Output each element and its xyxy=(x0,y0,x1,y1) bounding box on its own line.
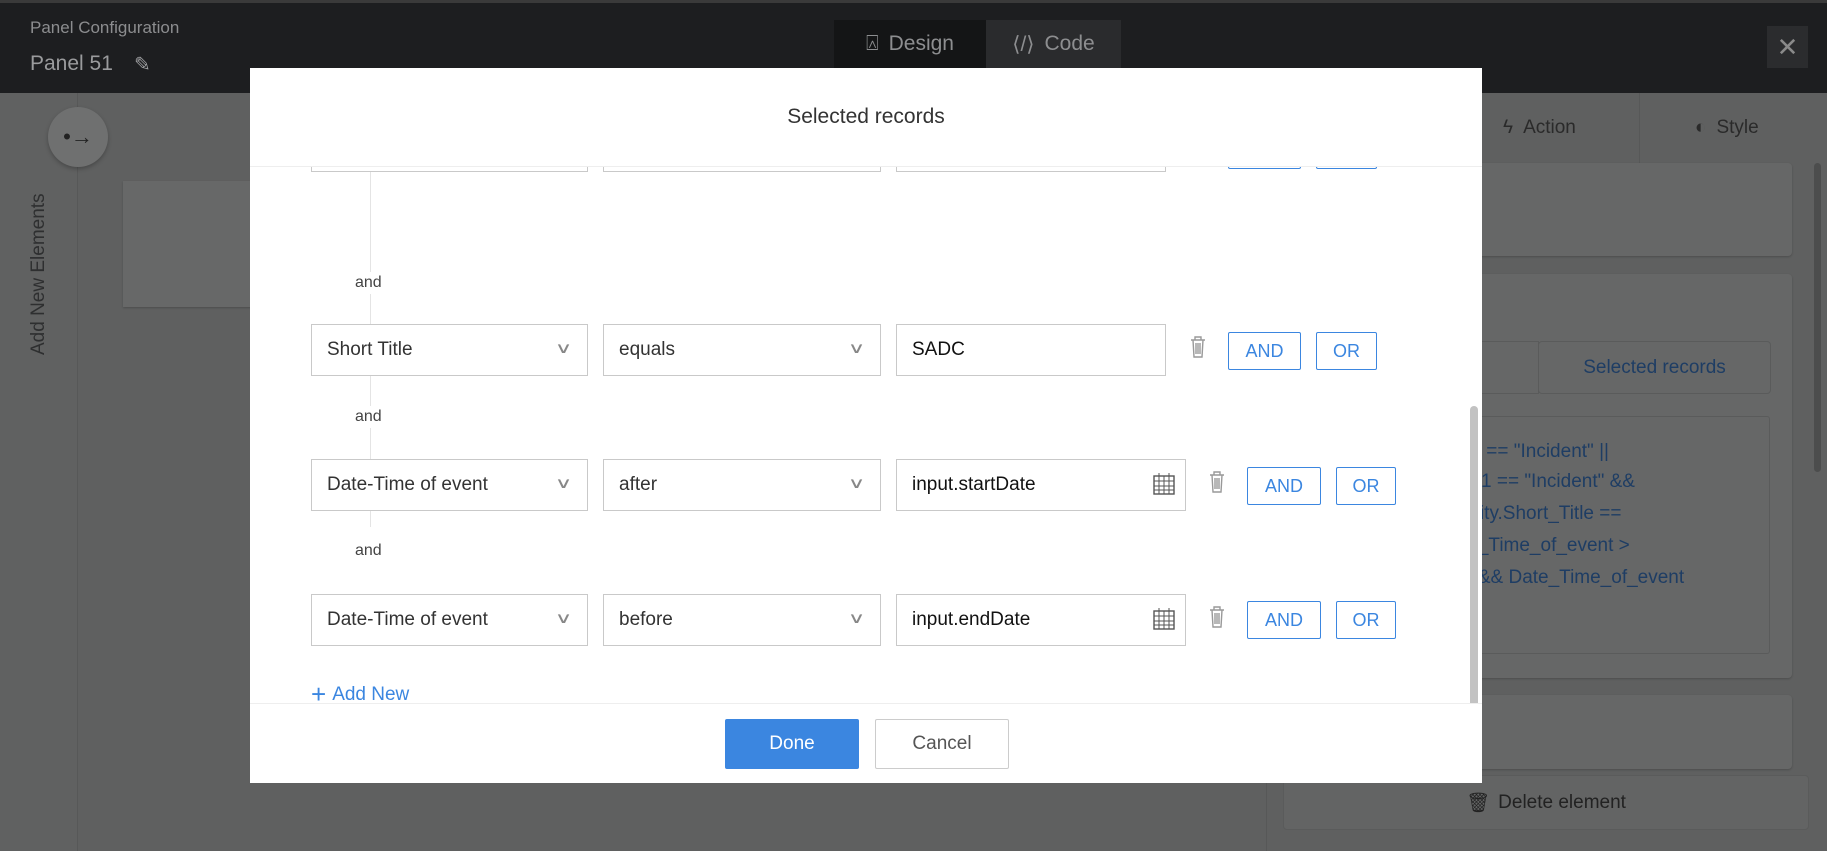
delete-element-label: Delete element xyxy=(1498,791,1626,813)
tab-code-label: Code xyxy=(1044,32,1095,55)
chevron-down-icon: ∨ xyxy=(847,610,866,627)
trash-icon: 🗑 xyxy=(1466,792,1491,814)
palette-icon: ◐ xyxy=(1695,117,1707,138)
value-text: input.endDate xyxy=(912,609,1031,630)
and-button[interactable]: AND xyxy=(1247,467,1321,505)
code-icon: ⟨/⟩ xyxy=(1012,32,1035,56)
or-button[interactable]: OR xyxy=(1336,601,1396,639)
value-text: input.startDate xyxy=(912,474,1036,495)
close-button[interactable]: ✕ xyxy=(1767,26,1808,68)
field-value: Date-Time of event xyxy=(327,609,488,630)
value-input[interactable] xyxy=(896,167,1166,172)
field-select[interactable]: Short Title ∨ xyxy=(311,324,588,376)
dialog-title: Selected records xyxy=(250,68,1482,167)
tab-style[interactable]: ◐ Style xyxy=(1695,93,1759,163)
design-icon: ⍓ xyxy=(866,32,879,55)
edit-pencil-icon[interactable]: ✎ xyxy=(134,52,151,77)
operator-select[interactable]: before ∨ xyxy=(603,594,881,646)
calendar-icon[interactable] xyxy=(1153,608,1175,630)
and-button[interactable]: AND xyxy=(1228,332,1301,370)
arrow-right-icon: •→ xyxy=(63,124,93,149)
code-line: te_Time_of_event > xyxy=(1462,535,1630,556)
date-input[interactable]: input.endDate xyxy=(896,594,1186,646)
value-input[interactable]: SADC xyxy=(896,324,1166,376)
right-panel-scrollbar[interactable] xyxy=(1814,163,1821,472)
and-connector-label: and xyxy=(355,540,382,562)
tab-design-label: Design xyxy=(888,32,954,55)
add-new-elements-label[interactable]: Add New Elements xyxy=(28,193,50,355)
operator-value: after xyxy=(619,474,658,495)
lightning-icon: ϟ xyxy=(1503,117,1514,138)
operator-select[interactable]: equals ∨ xyxy=(603,324,881,376)
tab-design[interactable]: ⍓ Design xyxy=(834,20,986,68)
operator-value: before xyxy=(619,609,673,630)
field-select[interactable] xyxy=(311,167,588,172)
tab-style-label: Style xyxy=(1716,117,1759,138)
chevron-down-icon: ∨ xyxy=(847,340,866,357)
calendar-icon[interactable] xyxy=(1153,473,1175,495)
selected-records-dialog: Selected records and and and Short Title… xyxy=(250,68,1482,783)
dialog-body: and and and Short Title ∨ equals ∨ SADC AN… xyxy=(250,167,1482,703)
done-button[interactable]: Done xyxy=(725,719,859,769)
panel-configuration-label: Panel Configuration xyxy=(30,18,180,37)
field-value: Short Title xyxy=(327,339,413,360)
and-button[interactable]: AND xyxy=(1247,601,1321,639)
tab-divider xyxy=(1639,93,1640,163)
chevron-down-icon: ∨ xyxy=(554,475,573,492)
field-value: Date-Time of event xyxy=(327,474,488,495)
operator-value: equals xyxy=(619,339,675,360)
code-line: sk1 == "Incident" && xyxy=(1462,471,1635,492)
tab-action-label: Action xyxy=(1523,117,1576,138)
panel-name: Panel 51 xyxy=(30,52,113,75)
and-button[interactable] xyxy=(1228,167,1301,169)
field-select[interactable]: Date-Time of event ∨ xyxy=(311,594,588,646)
trash-icon[interactable] xyxy=(1189,335,1207,359)
add-new-condition-link[interactable]: + Add New xyxy=(311,679,409,703)
trash-icon[interactable] xyxy=(1208,470,1226,494)
and-connector-label: and xyxy=(355,272,382,294)
code-line: cility.Short_Title == xyxy=(1462,503,1622,524)
chevron-down-icon: ∨ xyxy=(554,610,573,627)
tab-action[interactable]: ϟ Action xyxy=(1503,93,1576,163)
or-button[interactable]: OR xyxy=(1316,332,1377,370)
field-select[interactable]: Date-Time of event ∨ xyxy=(311,459,588,511)
tab-code[interactable]: ⟨/⟩ Code xyxy=(986,20,1121,68)
plus-icon: + xyxy=(311,679,327,703)
value-text: SADC xyxy=(912,339,965,360)
date-input[interactable]: input.startDate xyxy=(896,459,1186,511)
dialog-footer: Done Cancel xyxy=(250,703,1482,783)
operator-select[interactable] xyxy=(603,167,881,172)
delete-element-button[interactable]: 🗑 Delete element xyxy=(1283,775,1809,830)
code-line: sk == "Incident" || xyxy=(1462,441,1609,462)
and-connector-label: and xyxy=(355,406,382,428)
chevron-down-icon: ∨ xyxy=(847,475,866,492)
chevron-down-icon: ∨ xyxy=(554,340,573,357)
dialog-scrollbar[interactable] xyxy=(1470,406,1478,703)
or-button[interactable] xyxy=(1316,167,1377,169)
selected-records-tab[interactable]: Selected records xyxy=(1538,341,1771,394)
or-button[interactable]: OR xyxy=(1336,467,1396,505)
code-line: e && Date_Time_of_event xyxy=(1462,567,1685,588)
trash-icon[interactable] xyxy=(1208,605,1226,629)
operator-select[interactable]: after ∨ xyxy=(603,459,881,511)
add-new-label: Add New xyxy=(332,683,410,704)
cancel-button[interactable]: Cancel xyxy=(875,719,1009,769)
expand-elements-button[interactable]: •→ xyxy=(48,107,108,167)
